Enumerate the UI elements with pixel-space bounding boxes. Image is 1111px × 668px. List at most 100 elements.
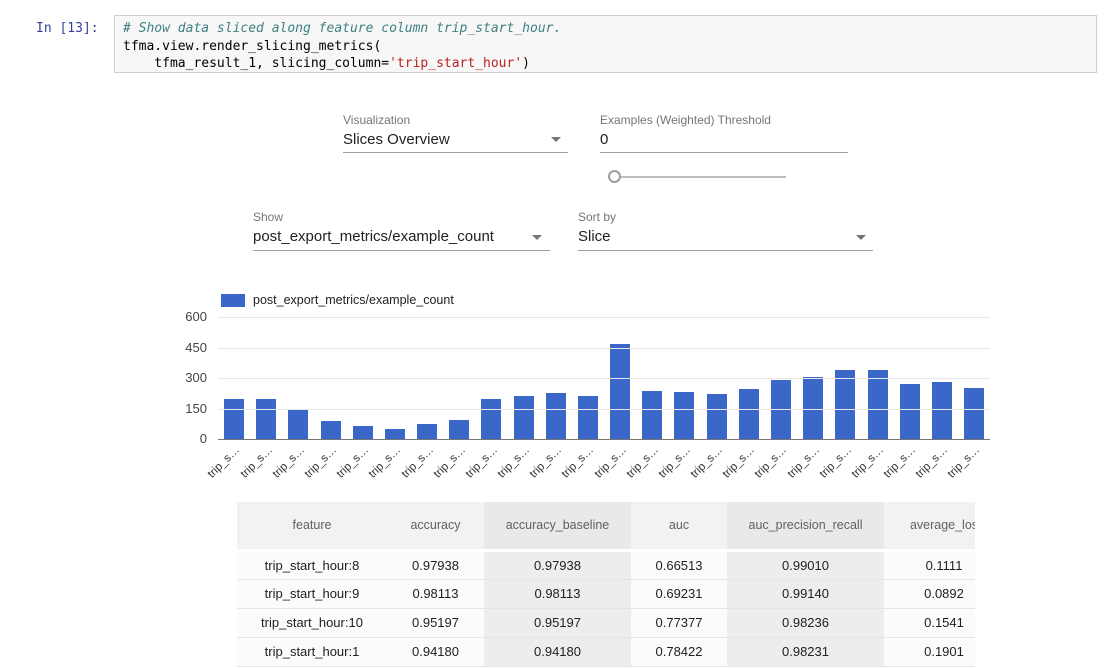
bar xyxy=(546,393,566,439)
table-cell: 0.78422 xyxy=(631,637,727,666)
x-axis-slot: trip_s… xyxy=(958,441,990,483)
threshold-slider[interactable] xyxy=(616,176,786,178)
code-comment: # Show data sliced along feature column … xyxy=(123,20,1088,38)
show-label: Show xyxy=(253,210,283,224)
cell-prompt: In [13]: xyxy=(36,21,99,36)
y-axis-label: 600 xyxy=(163,309,207,324)
string-literal: 'trip_start_hour' xyxy=(389,56,522,71)
bar xyxy=(739,389,759,439)
table-cell: 0.94180 xyxy=(484,637,631,666)
y-axis-label: 450 xyxy=(163,340,207,355)
sort-by-value: Slice xyxy=(578,228,611,245)
table-cell: 0.0892 xyxy=(884,579,975,608)
code-line-2: tfma.view.render_slicing_metrics( xyxy=(123,38,1088,56)
x-axis-label: trip_s… xyxy=(206,444,243,481)
sort-by-underline xyxy=(578,250,873,251)
x-axis-labels: trip_s…trip_s…trip_s…trip_s…trip_s…trip_… xyxy=(218,441,990,483)
bar xyxy=(964,388,984,439)
chevron-down-icon[interactable] xyxy=(551,137,561,142)
bar xyxy=(610,344,630,439)
bar xyxy=(707,394,727,439)
metrics-table: featureaccuracyaccuracy_baselineaucauc_p… xyxy=(237,502,975,668)
table-cell: 0.95197 xyxy=(387,608,484,637)
y-axis-label: 0 xyxy=(163,431,207,446)
threshold-underline xyxy=(600,152,848,153)
table-cell: 0.94180 xyxy=(387,637,484,666)
y-axis-label: 150 xyxy=(163,401,207,416)
visualization-value: Slices Overview xyxy=(343,131,450,148)
column-header[interactable]: auc xyxy=(631,502,727,550)
threshold-label: Examples (Weighted) Threshold xyxy=(600,113,771,127)
bar xyxy=(578,396,598,439)
table-cell: 0.98113 xyxy=(484,579,631,608)
table-row[interactable]: trip_start_hour:80.979380.979380.665130.… xyxy=(237,550,975,579)
chevron-down-icon[interactable] xyxy=(856,235,866,240)
slider-knob[interactable] xyxy=(608,170,621,183)
bar xyxy=(868,370,888,439)
gridline xyxy=(218,317,990,318)
threshold-input[interactable]: 0 xyxy=(600,131,848,148)
table-cell: trip_start_hour:1 xyxy=(237,637,387,666)
gridline xyxy=(218,378,990,379)
table-row[interactable]: trip_start_hour:10.941800.941800.784220.… xyxy=(237,637,975,666)
column-header[interactable]: auc_precision_recall xyxy=(727,502,884,550)
chevron-down-icon[interactable] xyxy=(532,235,542,240)
visualization-label: Visualization xyxy=(343,113,410,127)
column-header[interactable]: accuracy_baseline xyxy=(484,502,631,550)
show-value: post_export_metrics/example_count xyxy=(253,228,494,245)
table-cell: 0.97938 xyxy=(484,550,631,579)
sort-by-label: Sort by xyxy=(578,210,616,224)
bar xyxy=(481,399,501,439)
bar xyxy=(674,392,694,439)
table-cell: 0.97938 xyxy=(387,550,484,579)
bar xyxy=(932,382,952,439)
show-underline xyxy=(253,250,550,251)
code-cell[interactable]: # Show data sliced along feature column … xyxy=(114,15,1097,73)
column-header[interactable]: accuracy xyxy=(387,502,484,550)
table-cell: 0.98113 xyxy=(387,579,484,608)
metrics-table-grid: featureaccuracyaccuracy_baselineaucauc_p… xyxy=(237,502,975,667)
bar xyxy=(353,426,373,439)
table-cell: 0.99140 xyxy=(727,579,884,608)
bar xyxy=(642,391,662,439)
bar xyxy=(835,370,855,439)
table-cell: 0.69231 xyxy=(631,579,727,608)
table-cell: trip_start_hour:8 xyxy=(237,550,387,579)
table-row[interactable]: trip_start_hour:90.981130.981130.692310.… xyxy=(237,579,975,608)
bar-chart-plot: 6004503001500 xyxy=(218,317,990,440)
table-row[interactable]: trip_start_hour:100.951970.951970.773770… xyxy=(237,608,975,637)
table-cell: 0.1111 xyxy=(884,550,975,579)
column-header[interactable]: feature xyxy=(237,502,387,550)
table-cell: trip_start_hour:10 xyxy=(237,608,387,637)
table-header-row: featureaccuracyaccuracy_baselineaucauc_p… xyxy=(237,502,975,550)
legend-swatch xyxy=(221,294,245,307)
bar xyxy=(321,421,341,439)
table-cell: 0.1901 xyxy=(884,637,975,666)
bar xyxy=(449,420,469,439)
table-cell: 0.66513 xyxy=(631,550,727,579)
table-cell: 0.77377 xyxy=(631,608,727,637)
bar xyxy=(385,429,405,439)
table-cell: 0.95197 xyxy=(484,608,631,637)
bar xyxy=(288,409,308,440)
y-axis-label: 300 xyxy=(163,370,207,385)
bar xyxy=(771,380,791,439)
gridline xyxy=(218,348,990,349)
visualization-dropdown[interactable]: Slices Overview xyxy=(343,131,568,153)
gridline xyxy=(218,409,990,410)
code-line-3: tfma_result_1, slicing_column='trip_star… xyxy=(123,55,1088,73)
bar xyxy=(514,396,534,439)
sort-by-dropdown[interactable]: Slice xyxy=(578,228,873,250)
bar xyxy=(256,399,276,439)
column-header[interactable]: average_los xyxy=(884,502,975,550)
table-cell: 0.1541 xyxy=(884,608,975,637)
bar xyxy=(900,384,920,439)
visualization-underline xyxy=(343,152,568,153)
table-cell: trip_start_hour:9 xyxy=(237,579,387,608)
legend-label: post_export_metrics/example_count xyxy=(253,293,454,307)
show-dropdown[interactable]: post_export_metrics/example_count xyxy=(253,228,550,250)
table-cell: 0.98231 xyxy=(727,637,884,666)
bar xyxy=(224,399,244,439)
table-cell: 0.99010 xyxy=(727,550,884,579)
bar xyxy=(417,424,437,439)
